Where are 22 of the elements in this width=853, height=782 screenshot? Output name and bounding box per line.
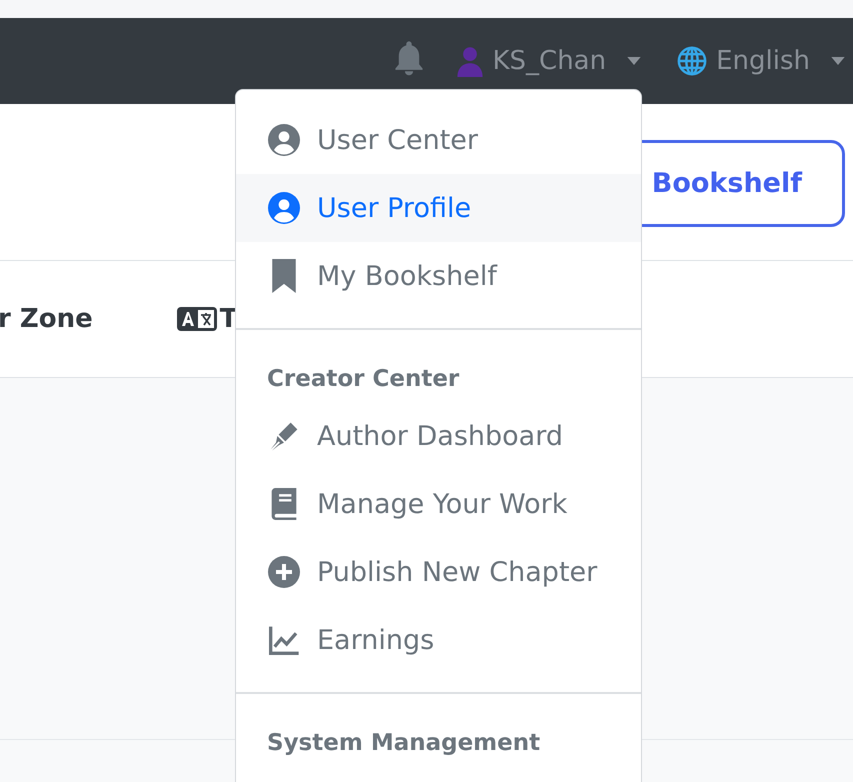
menu-section-header: System Management xyxy=(266,729,542,758)
menu-item[interactable]: Publish New Chapter xyxy=(236,538,641,606)
menu-item[interactable]: Author Dashboard xyxy=(236,402,641,470)
menu-item[interactable]: Earnings xyxy=(236,606,641,674)
line-chart-icon xyxy=(268,624,300,656)
translate-icon xyxy=(176,307,217,331)
globe-icon xyxy=(677,46,708,76)
menu-item[interactable]: My Bookshelf xyxy=(236,242,641,310)
plus-circle-icon xyxy=(268,556,300,588)
menu-item[interactable]: Manage Your Work xyxy=(236,470,641,538)
person-icon xyxy=(456,45,484,77)
user-circle-icon xyxy=(268,124,300,156)
caret-icon xyxy=(831,57,845,65)
nav-link[interactable]: r Zone xyxy=(0,304,93,334)
user-menu-toggle[interactable]: KS_Chan xyxy=(456,45,642,77)
user-circle-icon xyxy=(268,192,300,224)
bookmark-icon xyxy=(272,259,296,293)
book-icon xyxy=(271,488,297,520)
caret-icon xyxy=(627,57,642,65)
menu-section-header: Creator Center xyxy=(266,365,460,394)
menu-item[interactable]: User Profile xyxy=(236,174,641,242)
language-menu-toggle[interactable]: English xyxy=(677,46,845,76)
